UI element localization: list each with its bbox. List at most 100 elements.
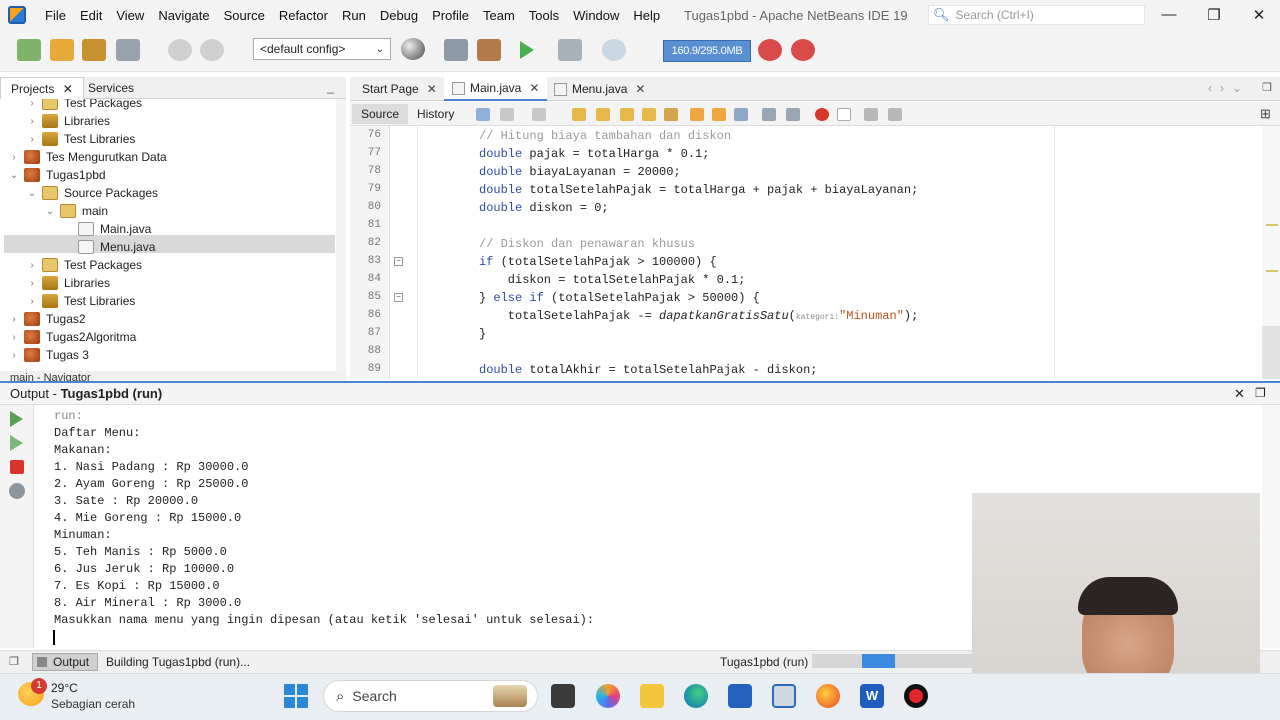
shift-right-icon[interactable] [786, 108, 800, 121]
tree-node[interactable]: › Tugas 3 [8, 346, 89, 364]
tab-start-page[interactable]: Start Page ✕ [354, 77, 445, 101]
forward-icon[interactable] [532, 108, 546, 121]
toggle-highlight-icon[interactable] [642, 108, 656, 121]
menu-tools[interactable]: Tools [522, 8, 566, 23]
tree-node[interactable]: Menu.java [62, 238, 155, 256]
menu-refactor[interactable]: Refactor [272, 8, 335, 23]
debug-icon[interactable] [558, 39, 582, 61]
last-edit-icon[interactable] [476, 108, 490, 121]
expand-toggle-icon[interactable]: › [26, 278, 38, 289]
find-icon[interactable] [572, 108, 586, 121]
menu-view[interactable]: View [109, 8, 151, 23]
menu-source[interactable]: Source [217, 8, 272, 23]
expand-toggle-icon[interactable]: ⌄ [44, 206, 56, 217]
uncomment-icon[interactable] [888, 108, 902, 121]
comment-icon[interactable] [864, 108, 878, 121]
tree-node[interactable]: › Test Libraries [26, 292, 135, 310]
expand-toggle-icon[interactable]: › [26, 99, 38, 109]
shift-left-icon[interactable] [762, 108, 776, 121]
building-status[interactable]: Building Tugas1pbd (run)... [106, 655, 250, 669]
weather-desc[interactable]: Sebagian cerah [51, 697, 135, 711]
menu-help[interactable]: Help [626, 8, 667, 23]
copilot-icon[interactable] [596, 684, 620, 708]
tree-node[interactable]: ⌄ Tugas1pbd [8, 166, 106, 184]
close-icon[interactable]: ✕ [635, 82, 645, 96]
redo-icon[interactable] [200, 39, 224, 61]
menu-team[interactable]: Team [476, 8, 522, 23]
expand-toggle-icon[interactable]: › [26, 134, 38, 145]
fold-icon[interactable]: − [394, 257, 403, 266]
fold-icon[interactable]: − [394, 293, 403, 302]
open-project-icon[interactable] [82, 39, 106, 61]
output-window-button[interactable]: Output [32, 653, 98, 671]
tree-node[interactable]: › Tugas2Algoritma [8, 328, 136, 346]
output-scrollbar[interactable] [1262, 405, 1280, 648]
taskbar-search[interactable]: ⌕ Search [323, 680, 538, 712]
maximize-panel-icon[interactable]: ❐ [1255, 386, 1266, 400]
expand-toggle-icon[interactable]: ⌄ [26, 188, 38, 199]
find-previous-icon[interactable] [596, 108, 610, 121]
start-macro-icon[interactable] [815, 108, 829, 121]
edge-icon[interactable] [684, 684, 708, 708]
code-editor[interactable]: // Hitung biaya tambahan dan diskon doubl… [391, 126, 1253, 379]
menu-window[interactable]: Window [566, 8, 626, 23]
build-icon[interactable] [444, 39, 468, 61]
settings-gear-icon[interactable] [9, 483, 25, 499]
maximize-button[interactable]: ❐ [1204, 6, 1224, 24]
tree-node[interactable]: Main.java [62, 220, 151, 238]
new-file-icon[interactable] [17, 39, 41, 61]
back-icon[interactable] [500, 108, 514, 121]
tab-projects[interactable]: Projects ✕ [0, 77, 84, 99]
recorder-icon[interactable] [904, 684, 928, 708]
store-icon[interactable] [728, 684, 752, 708]
close-icon[interactable]: ✕ [529, 81, 539, 95]
tab-history[interactable]: History [408, 104, 463, 124]
tab-main-java[interactable]: Main.java ✕ [444, 77, 548, 101]
restore-panel-icon[interactable]: ❐ [9, 655, 19, 668]
profiler-snapshot-icon[interactable] [791, 39, 815, 61]
clean-build-icon[interactable] [477, 39, 501, 61]
task-view-icon[interactable] [551, 684, 575, 708]
tree-node[interactable]: › Libraries [26, 274, 110, 292]
expand-toggle-icon[interactable]: › [26, 116, 38, 127]
tree-node[interactable]: ⌄ main [44, 202, 108, 220]
expand-toggle-icon[interactable]: › [26, 260, 38, 271]
tree-node[interactable]: › Test Packages [26, 99, 142, 112]
word-icon[interactable]: W [860, 684, 884, 708]
prev-bookmark-icon[interactable] [690, 108, 704, 121]
stop-icon[interactable] [10, 460, 24, 474]
close-window-button[interactable]: ✕ [1249, 6, 1269, 24]
expand-toggle-icon[interactable]: › [8, 350, 20, 361]
windows-start-icon[interactable] [284, 684, 308, 708]
tab-services[interactable]: Services [78, 77, 144, 99]
expand-toggle-icon[interactable]: › [8, 314, 20, 325]
expand-toggle-icon[interactable]: › [8, 332, 20, 343]
expand-toggle-icon[interactable]: › [8, 152, 20, 163]
undo-icon[interactable] [168, 39, 192, 61]
close-icon[interactable]: ✕ [1234, 386, 1245, 402]
gc-icon[interactable] [758, 39, 782, 61]
profile-icon[interactable] [602, 39, 626, 61]
navigator-panel-header[interactable]: main - Navigator [0, 371, 346, 381]
menu-edit[interactable]: Edit [73, 8, 109, 23]
tree-node[interactable]: › Tugas2 [8, 310, 86, 328]
tab-source[interactable]: Source [352, 104, 409, 124]
scroll-thumb[interactable] [1262, 326, 1280, 379]
weather-temp[interactable]: 29°C [51, 681, 78, 695]
tree-node[interactable]: › Tes Mengurutkan Data [8, 148, 167, 166]
run-icon[interactable] [520, 41, 534, 59]
stop-macro-icon[interactable] [837, 108, 851, 121]
menu-run[interactable]: Run [335, 8, 373, 23]
menu-file[interactable]: File [38, 8, 73, 23]
close-icon[interactable]: ✕ [63, 82, 73, 96]
save-all-icon[interactable] [116, 39, 140, 61]
toggle-rect-select-icon[interactable] [664, 108, 678, 121]
expand-toggle-icon[interactable]: ⌄ [8, 170, 20, 181]
tree-node[interactable]: › Test Libraries [26, 130, 135, 148]
close-icon[interactable]: ✕ [427, 82, 437, 96]
menu-debug[interactable]: Debug [373, 8, 425, 23]
config-select[interactable]: <default config> ⌄ [253, 38, 391, 60]
memory-indicator[interactable]: 160.9/295.0MB [663, 40, 751, 62]
tab-nav-arrows-icon[interactable]: ‹›⌄ [1208, 81, 1250, 95]
netbeans-taskbar-icon[interactable] [772, 684, 796, 708]
